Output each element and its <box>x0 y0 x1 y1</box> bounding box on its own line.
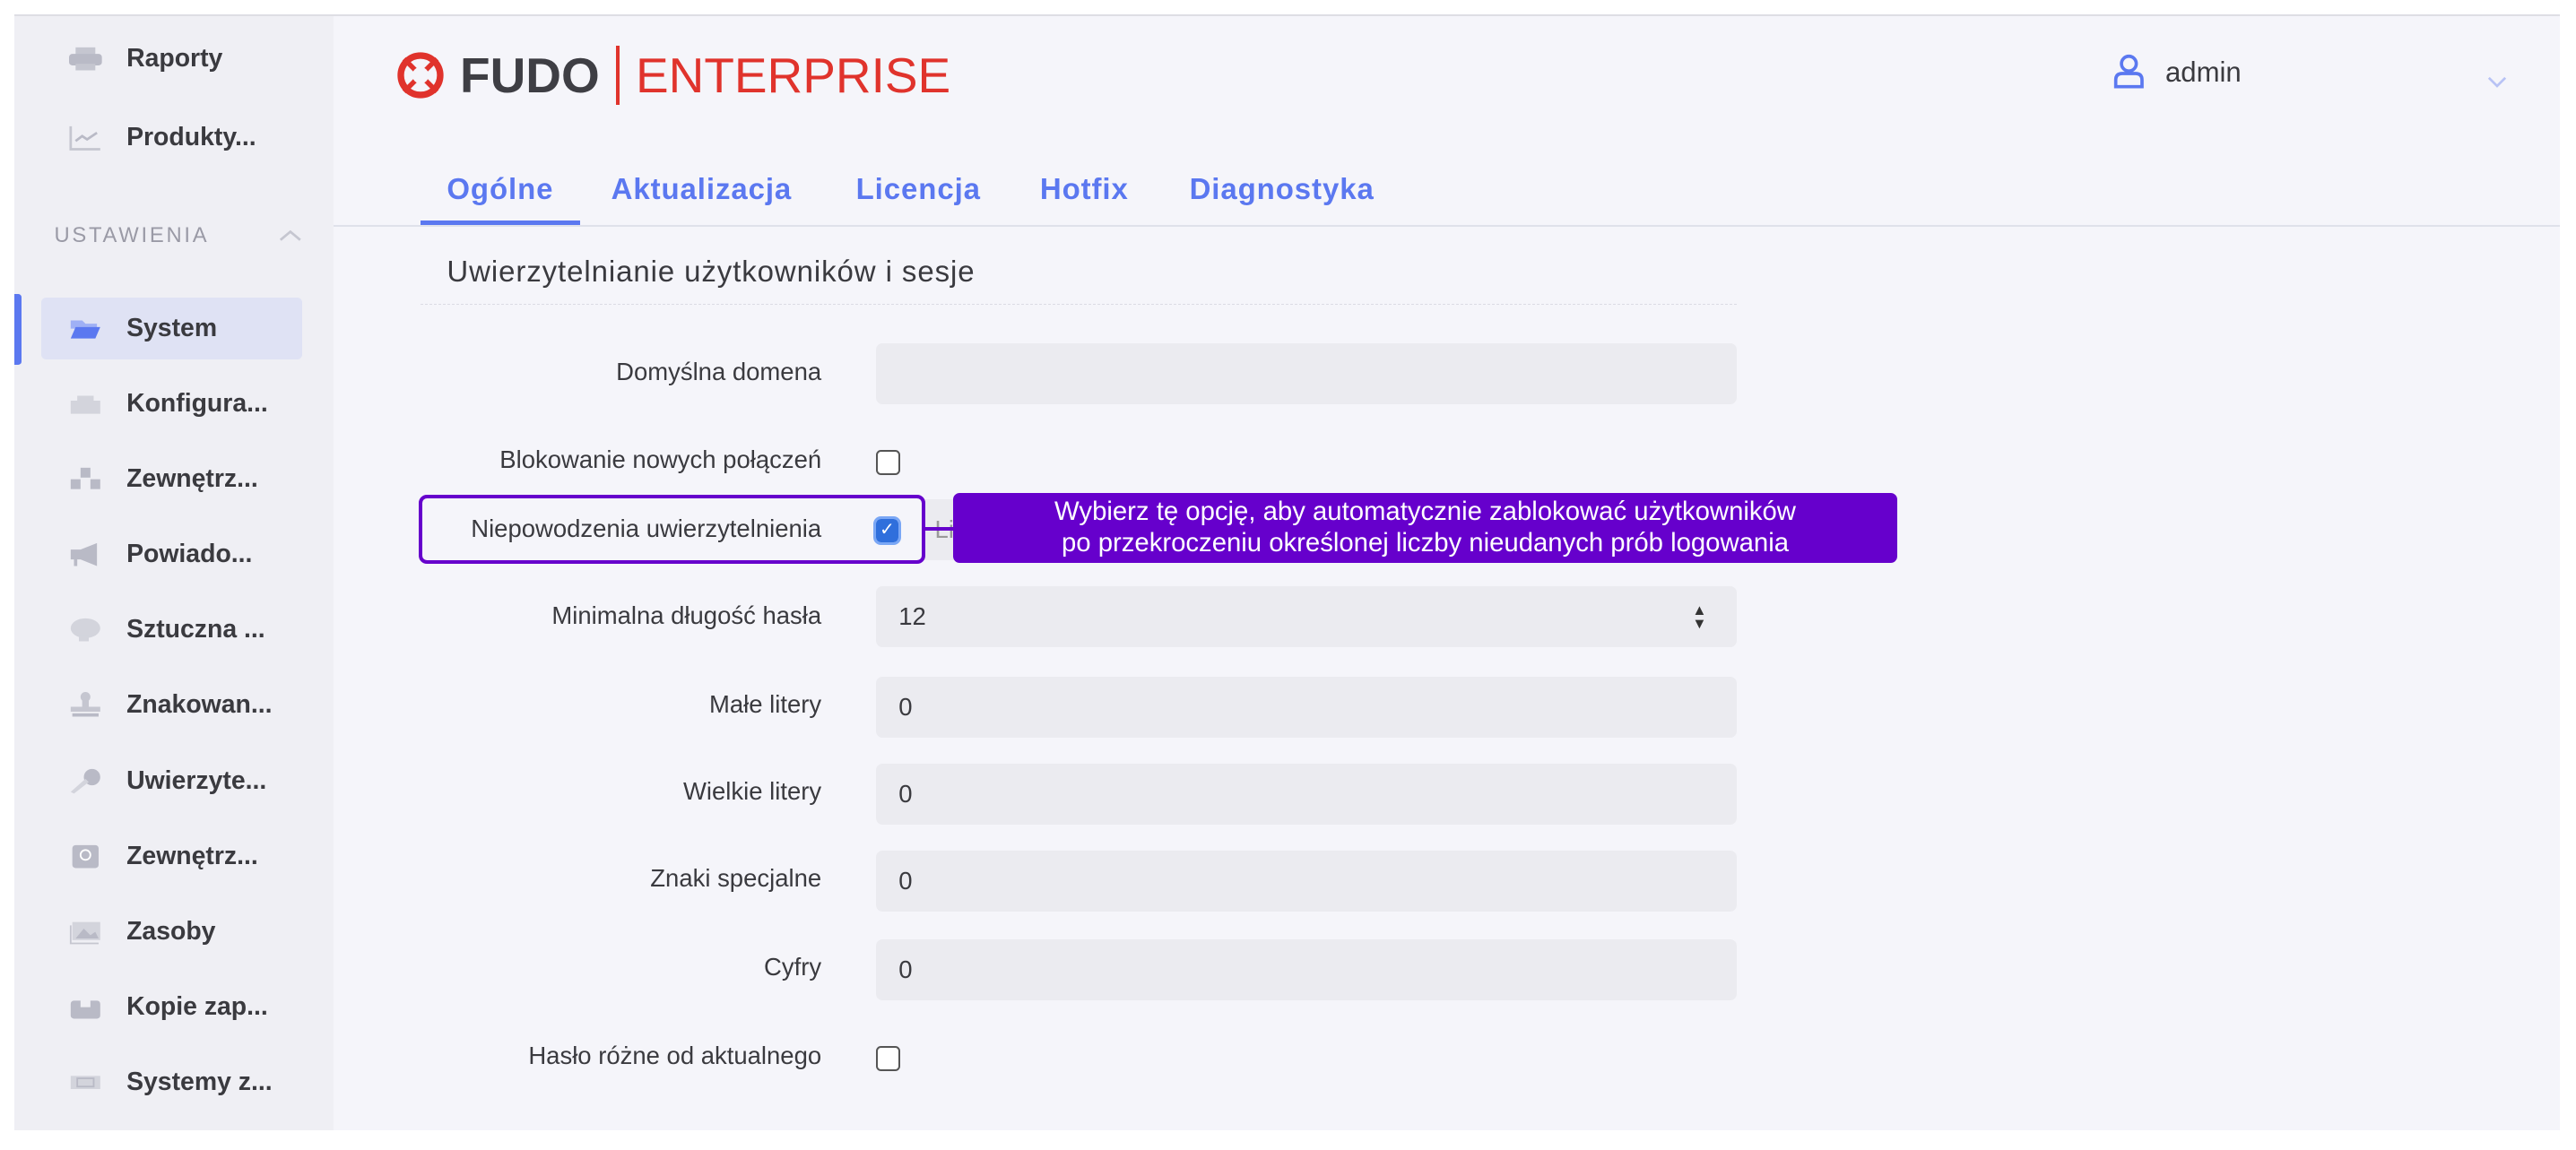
sidebar-item-4[interactable]: Sztuczna ... <box>41 599 302 661</box>
sidebar-item-label: System <box>126 313 218 342</box>
tab-licencja[interactable]: Licencja <box>856 172 981 206</box>
tooltip: Wybierz tę opcję, aby automatycznie zabl… <box>952 492 1898 564</box>
section-divider <box>421 303 1737 305</box>
sidebar-item-label: Produkty... <box>126 123 256 152</box>
sidebar-item-label: Kopie zap... <box>126 991 268 1021</box>
uppercase-input[interactable]: 0 <box>875 764 1737 825</box>
uppercase-label: Wielkie litery <box>682 776 822 805</box>
lowercase-input[interactable]: 0 <box>875 676 1737 738</box>
image-icon <box>69 919 102 945</box>
sidebar-item-8[interactable]: Zasoby <box>41 900 302 963</box>
chevron-up-icon[interactable] <box>279 220 302 241</box>
sidebar-item-5[interactable]: Znakowan... <box>41 674 302 737</box>
password-differs-checkbox[interactable] <box>875 1046 901 1071</box>
digits-label: Cyfry <box>764 952 822 981</box>
chart-icon <box>69 125 102 151</box>
tooltip-line-2: po przekroczeniu określonej liczby nieud… <box>1061 528 1790 558</box>
printer-icon <box>68 46 102 72</box>
sidebar-item-produkty[interactable]: Produkty... <box>41 107 302 169</box>
sidebar-item-7[interactable]: Zewnętrz... <box>41 825 302 887</box>
default-domain-label: Domyślna domena <box>616 358 822 386</box>
boxes-icon <box>69 466 102 492</box>
sidebar-item-raporty[interactable]: Raporty <box>41 28 302 91</box>
fudo-logo-icon <box>397 52 444 99</box>
sidebar-item-10[interactable]: Systemy z... <box>41 1051 302 1114</box>
sidebar-item-label: Zewnętrz... <box>126 841 258 870</box>
stamp-icon <box>69 692 102 718</box>
number-spinner-icon[interactable]: ▲ ▼ <box>1692 603 1706 631</box>
section-title: Uwierzytelnianie użytkowników i sesje <box>447 255 976 288</box>
sidebar-item-label: Raporty <box>126 44 223 73</box>
lowercase-label: Małe litery <box>708 689 822 718</box>
tab-ogolne[interactable]: Ogólne <box>447 172 553 206</box>
megaphone-icon <box>69 541 102 567</box>
password-differs-label: Hasło różne od aktualnego <box>528 1041 822 1069</box>
default-domain-input[interactable] <box>875 342 1737 404</box>
network-icon <box>69 391 102 417</box>
block-new-connections-checkbox[interactable] <box>875 450 901 475</box>
section-label-ustawienia: USTAWIENIA <box>54 223 210 248</box>
active-tab-underline <box>421 220 580 225</box>
user-menu[interactable]: admin <box>2112 54 2242 90</box>
sidebar-item-6[interactable]: Uwierzyte... <box>41 749 302 812</box>
logo-separator <box>616 46 620 106</box>
sidebar-item-label: Sztuczna ... <box>126 615 265 644</box>
sidebar-item-1[interactable]: Konfigura... <box>41 373 302 436</box>
passport-icon <box>69 843 102 869</box>
tabs-divider <box>333 225 2560 227</box>
sidebar-item-0[interactable]: System <box>40 297 303 360</box>
special-chars-input[interactable]: 0 <box>875 851 1737 912</box>
sidebar-item-label: Znakowan... <box>126 690 273 720</box>
brain-icon <box>69 617 102 643</box>
block-new-connections-label: Blokowanie nowych połączeń <box>499 445 822 473</box>
folder-open-icon <box>69 316 102 342</box>
tab-diagnostyka[interactable]: Diagnostyka <box>1190 172 1375 206</box>
active-indicator <box>14 293 22 365</box>
tooltip-connector <box>923 527 953 531</box>
min-length-input[interactable]: 12 <box>875 586 1737 647</box>
sidebar-item-label: Zewnętrz... <box>126 464 258 494</box>
ticket-icon <box>69 1069 102 1095</box>
min-length-label: Minimalna długość hasła <box>551 601 822 629</box>
tooltip-line-1: Wybierz tę opcję, aby automatycznie zabl… <box>1054 497 1796 527</box>
auth-failures-label: Niepowodzenia uwierzytelnienia <box>471 514 822 542</box>
logo-fudo: FUDO <box>460 48 600 104</box>
sidebar-item-label: Systemy z... <box>126 1067 273 1096</box>
archive-icon <box>69 994 102 1020</box>
user-icon <box>2114 55 2145 89</box>
sidebar-item-label: Konfigura... <box>126 389 268 419</box>
chevron-down-icon[interactable] <box>2487 65 2507 96</box>
auth-failures-checkbox[interactable]: ✓ <box>872 516 902 545</box>
special-chars-label: Znaki specjalne <box>650 863 822 892</box>
key-icon <box>69 767 102 794</box>
logo: FUDO ENTERPRISE <box>391 46 951 106</box>
sidebar-item-label: Powiado... <box>126 540 253 569</box>
tab-aktualizacja[interactable]: Aktualizacja <box>611 172 793 206</box>
sidebar-item-3[interactable]: Powiado... <box>41 523 302 586</box>
sidebar-item-9[interactable]: Kopie zap... <box>41 976 302 1039</box>
sidebar-item-label: Zasoby <box>126 916 216 946</box>
sidebar-item-2[interactable]: Zewnętrz... <box>41 448 302 511</box>
app: Raporty Produkty... USTAWIENIA FUDO ENTE… <box>0 0 2576 1150</box>
tab-hotfix[interactable]: Hotfix <box>1040 172 1129 206</box>
logo-enterprise: ENTERPRISE <box>635 48 951 104</box>
sidebar-item-label: Uwierzyte... <box>126 765 267 795</box>
username: admin <box>2164 56 2242 88</box>
digits-input[interactable]: 0 <box>875 939 1737 1000</box>
